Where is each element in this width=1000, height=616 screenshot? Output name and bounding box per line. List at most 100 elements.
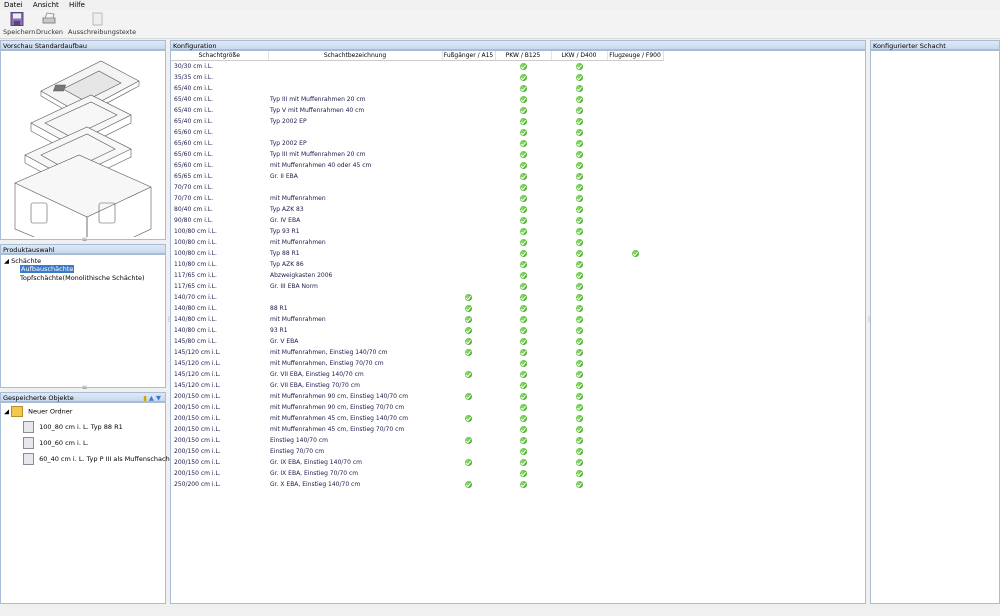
table-row[interactable]: 200/150 cm i.L. Einstieg 140/70 cm xyxy=(171,435,663,446)
menu-datei[interactable]: Datei xyxy=(0,0,27,10)
check-icon xyxy=(519,448,527,455)
table-row[interactable]: 145/120 cm i.L. mit Muffenrahmen, Einstie… xyxy=(171,347,663,358)
cell-name: 88 R1 xyxy=(270,305,288,312)
tree-expand-icon[interactable]: ◢ xyxy=(4,408,9,416)
saved-object-item[interactable]: 100_80 cm i. L. Typ 88 R1 xyxy=(23,421,123,433)
table-row[interactable]: 140/80 cm i.L. 88 R1 xyxy=(171,303,663,314)
table-row[interactable]: 200/150 cm i.L. mit Muffenrahmen 90 cm, E… xyxy=(171,402,663,413)
table-row[interactable]: 65/60 cm i.L. Typ III mit Muffenrahmen 20… xyxy=(171,149,663,160)
cell-size: 100/80 cm i.L. xyxy=(174,250,217,257)
cell-a15 xyxy=(442,149,495,160)
cell-d400 xyxy=(551,347,607,358)
cell-d400 xyxy=(551,127,607,138)
cell-f900 xyxy=(607,435,663,446)
check-icon xyxy=(575,96,583,103)
table-row[interactable]: 65/40 cm i.L. xyxy=(171,83,663,94)
column-header-f900[interactable]: Flugzeuge / F900 xyxy=(607,51,664,61)
check-icon xyxy=(519,107,527,114)
check-icon xyxy=(465,393,472,400)
table-row[interactable]: 65/40 cm i.L. Typ III mit Muffenrahmen 20… xyxy=(171,94,663,105)
print-button[interactable]: Drucken xyxy=(36,12,63,36)
cell-f900 xyxy=(607,248,663,259)
table-row[interactable]: 200/150 cm i.L. Gr. IX EBA, Einstieg 140/… xyxy=(171,457,663,468)
table-row[interactable]: 140/80 cm i.L. mit Muffenrahmen xyxy=(171,314,663,325)
check-icon xyxy=(519,272,527,279)
column-header-size[interactable]: Schachtgröße xyxy=(171,51,269,61)
cell-f900 xyxy=(607,215,663,226)
table-row[interactable]: 200/150 cm i.L. mit Muffenrahmen 45 cm, E… xyxy=(171,413,663,424)
column-header-b125[interactable]: PKW / B125 xyxy=(495,51,552,61)
tree-item-topfschaechte[interactable]: Topfschächte(Monolithische Schächte) xyxy=(20,274,145,282)
table-row[interactable]: 145/120 cm i.L. Gr. VII EBA, Einstieg 140… xyxy=(171,369,663,380)
table-row[interactable]: 200/150 cm i.L. mit Muffenrahmen 90 cm, E… xyxy=(171,391,663,402)
column-header-a15[interactable]: Fußgänger / A15 xyxy=(442,51,496,61)
cell-b125 xyxy=(495,347,551,358)
table-row[interactable]: 90/80 cm i.L. Gr. IV EBA xyxy=(171,215,663,226)
tender-texts-button[interactable]: Ausschreibungstexte xyxy=(68,12,136,36)
table-row[interactable]: 100/80 cm i.L. Typ 88 R1 xyxy=(171,248,663,259)
table-row[interactable]: 145/80 cm i.L. Gr. V EBA xyxy=(171,336,663,347)
config-panel: Schachtgröße Schachtbezeichnung Fußgänge… xyxy=(170,50,866,604)
table-row[interactable]: 35/35 cm i.L. xyxy=(171,72,663,83)
check-icon xyxy=(519,382,527,389)
table-row[interactable]: 65/60 cm i.L. Typ 2002 EP xyxy=(171,138,663,149)
cell-name: mit Muffenrahmen, Einstieg 70/70 cm xyxy=(270,360,384,367)
table-row[interactable]: 145/120 cm i.L. mit Muffenrahmen, Einstie… xyxy=(171,358,663,369)
table-row[interactable]: 80/40 cm i.L. Typ AZK 83 xyxy=(171,204,663,215)
splitter-handle[interactable]: :::: xyxy=(82,385,87,391)
cell-d400 xyxy=(551,380,607,391)
column-header-d400[interactable]: LKW / D400 xyxy=(551,51,608,61)
cell-a15 xyxy=(442,215,495,226)
splitter-handle[interactable]: :::: xyxy=(82,237,87,243)
save-button[interactable]: Speichern xyxy=(3,12,35,36)
cell-f900 xyxy=(607,347,663,358)
cell-f900 xyxy=(607,402,663,413)
configured-panel-title: Konfigurierter Schacht xyxy=(870,40,1000,50)
table-row[interactable]: 100/80 cm i.L. Typ 93 R1 xyxy=(171,226,663,237)
check-icon xyxy=(575,459,583,466)
check-icon xyxy=(519,63,527,70)
check-icon xyxy=(575,283,583,290)
tree-expand-icon[interactable]: ◢ xyxy=(4,257,9,265)
menu-ansicht[interactable]: Ansicht xyxy=(29,0,63,10)
table-row[interactable]: 250/200 cm i.L. Gr. X EBA, Einstieg 140/7… xyxy=(171,479,663,490)
saved-object-item[interactable]: 100_60 cm i. L. xyxy=(23,437,89,449)
cell-name: Gr. VII EBA, Einstieg 70/70 cm xyxy=(270,382,360,389)
table-row[interactable]: 200/150 cm i.L. mit Muffenrahmen 45 cm, E… xyxy=(171,424,663,435)
cell-a15 xyxy=(442,358,495,369)
table-row[interactable]: 65/60 cm i.L. mit Muffenrahmen 40 oder 45… xyxy=(171,160,663,171)
table-row[interactable]: 65/60 cm i.L. xyxy=(171,127,663,138)
table-row[interactable]: 30/30 cm i.L. xyxy=(171,61,663,73)
table-row[interactable]: 140/70 cm i.L. xyxy=(171,292,663,303)
cell-d400 xyxy=(551,270,607,281)
table-row[interactable]: 117/65 cm i.L. Abzweigkasten 2006 xyxy=(171,270,663,281)
move-down-icon[interactable]: ▼ xyxy=(156,394,161,402)
move-up-icon[interactable]: ▲ xyxy=(149,394,154,402)
table-row[interactable]: 65/40 cm i.L. Typ V mit Muffenrahmen 40 c… xyxy=(171,105,663,116)
saved-objects-tree: ◢ Neuer Ordner 100_80 cm i. L. Typ 88 R1… xyxy=(0,402,172,604)
table-row[interactable]: 70/70 cm i.L. mit Muffenrahmen xyxy=(171,193,663,204)
table-row[interactable]: 100/80 cm i.L. mit Muffenrahmen xyxy=(171,237,663,248)
table-row[interactable]: 65/40 cm i.L. Typ 2002 EP xyxy=(171,116,663,127)
check-icon xyxy=(465,481,472,488)
table-row[interactable]: 117/65 cm i.L. Gr. III EBA Norm xyxy=(171,281,663,292)
column-header-name[interactable]: Schachtbezeichnung xyxy=(268,51,443,61)
table-row[interactable]: 110/80 cm i.L. Typ AZK 86 xyxy=(171,259,663,270)
saved-object-item[interactable]: 60_40 cm i. L. Typ P III als Muffenschac… xyxy=(23,453,172,465)
table-row[interactable]: 200/150 cm i.L. Einstieg 70/70 cm xyxy=(171,446,663,457)
table-row[interactable]: 140/80 cm i.L. 93 R1 xyxy=(171,325,663,336)
tree-node-schaechte[interactable]: ◢ Schächte xyxy=(4,257,41,265)
menu-hilfe[interactable]: Hilfe xyxy=(65,0,89,10)
table-row[interactable]: 70/70 cm i.L. xyxy=(171,182,663,193)
product-panel-title: Produktauswahl xyxy=(0,244,166,254)
cell-b125 xyxy=(495,380,551,391)
new-folder-icon[interactable]: ▮ xyxy=(143,394,147,402)
check-icon xyxy=(519,162,527,169)
table-row[interactable]: 65/65 cm i.L. Gr. II EBA xyxy=(171,171,663,182)
tree-item-aufbauschaechte[interactable]: Aufbauschächte xyxy=(20,265,75,273)
tree-folder-neuer-ordner[interactable]: ◢ Neuer Ordner xyxy=(4,406,72,417)
table-row[interactable]: 200/150 cm i.L. Gr. IX EBA, Einstieg 70/7… xyxy=(171,468,663,479)
cell-name xyxy=(268,127,442,138)
check-icon xyxy=(465,294,472,301)
table-row[interactable]: 145/120 cm i.L. Gr. VII EBA, Einstieg 70/… xyxy=(171,380,663,391)
